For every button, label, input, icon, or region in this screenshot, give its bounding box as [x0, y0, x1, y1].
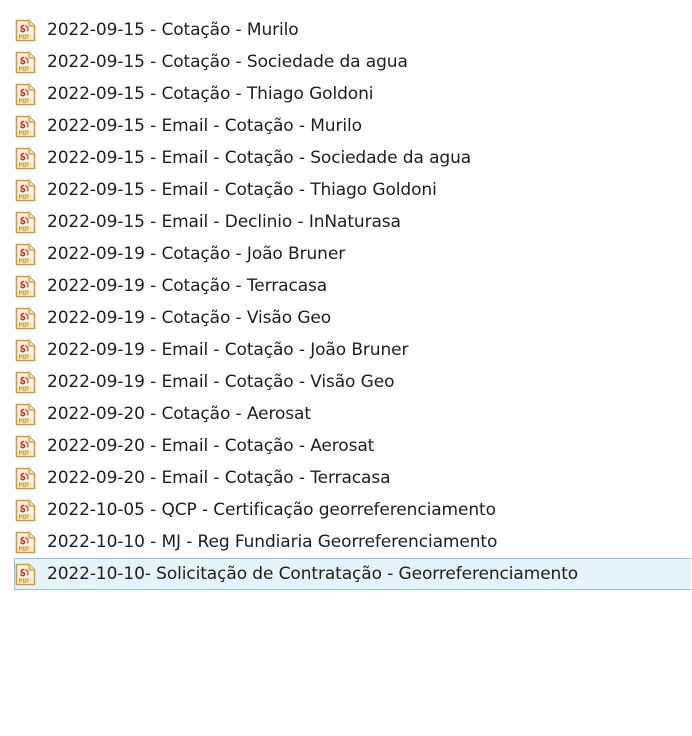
file-list-item[interactable]: 2022-09-15 - Cotação - Thiago Goldoni [15, 78, 692, 110]
pdf-file-icon [15, 275, 36, 298]
pdf-file-icon [15, 371, 36, 394]
pdf-file-icon [15, 19, 36, 42]
file-list-item[interactable]: 2022-09-15 - Email - Cotação - Murilo [15, 110, 692, 142]
file-list-item[interactable]: 2022-09-19 - Cotação - Terracasa [15, 270, 692, 302]
file-list-item[interactable]: 2022-09-19 - Cotação - João Bruner [15, 238, 692, 270]
pdf-file-icon [15, 563, 36, 586]
file-list-item[interactable]: 2022-09-19 - Email - Cotação - João Brun… [15, 334, 692, 366]
file-list-item[interactable]: 2022-10-10- Solicitação de Contratação -… [14, 558, 691, 590]
pdf-file-icon [15, 467, 36, 490]
file-name-label: 2022-09-15 - Email - Cotação - Murilo [47, 116, 362, 136]
file-list-item[interactable]: 2022-09-15 - Email - Cotação - Thiago Go… [15, 174, 692, 206]
pdf-file-icon [15, 243, 36, 266]
pdf-file-icon [15, 339, 36, 362]
file-list-item[interactable]: 2022-10-05 - QCP - Certificação georrefe… [15, 494, 692, 526]
pdf-file-icon [15, 435, 36, 458]
pdf-file-icon [15, 115, 36, 138]
file-name-label: 2022-09-15 - Email - Declinio - InNatura… [47, 212, 401, 232]
file-name-label: 2022-09-15 - Cotação - Murilo [47, 20, 299, 40]
file-name-label: 2022-09-19 - Cotação - Visão Geo [47, 308, 332, 328]
pdf-file-icon [15, 307, 36, 330]
file-list-item[interactable]: 2022-09-19 - Email - Cotação - Visão Geo [15, 366, 692, 398]
pdf-file-icon [15, 179, 36, 202]
file-name-label: 2022-10-10 - MJ - Reg Fundiaria Georrefe… [47, 532, 498, 552]
pdf-file-icon [15, 531, 36, 554]
file-list: 2022-09-15 - Cotação - Murilo 2022-09-15 … [0, 0, 692, 736]
file-name-label: 2022-09-15 - Email - Cotação - Sociedade… [47, 148, 472, 168]
pdf-file-icon [15, 403, 36, 426]
file-list-item[interactable]: 2022-09-15 - Cotação - Sociedade da agua [15, 46, 692, 78]
file-name-label: 2022-09-15 - Cotação - Thiago Goldoni [47, 84, 374, 104]
file-name-label: 2022-09-19 - Email - Cotação - Visão Geo [47, 372, 395, 392]
pdf-file-icon [15, 51, 36, 74]
file-name-label: 2022-09-15 - Cotação - Sociedade da agua [47, 52, 408, 72]
pdf-file-icon [15, 211, 36, 234]
file-name-label: 2022-10-10- Solicitação de Contratação -… [47, 564, 579, 584]
file-name-label: 2022-09-20 - Email - Cotação - Aerosat [47, 436, 375, 456]
file-name-label: 2022-09-19 - Cotação - Terracasa [47, 276, 328, 296]
file-name-label: 2022-09-20 - Cotação - Aerosat [47, 404, 311, 424]
file-list-item[interactable]: 2022-09-15 - Email - Declinio - InNatura… [15, 206, 692, 238]
file-list-item[interactable]: 2022-10-10 - MJ - Reg Fundiaria Georrefe… [15, 526, 692, 558]
file-list-item[interactable]: 2022-09-20 - Email - Cotação - Terracasa [15, 462, 692, 494]
file-list-item[interactable]: 2022-09-20 - Cotação - Aerosat [15, 398, 692, 430]
file-list-item[interactable]: 2022-09-20 - Email - Cotação - Aerosat [15, 430, 692, 462]
pdf-file-icon [15, 83, 36, 106]
pdf-file-icon [15, 147, 36, 170]
file-list-item[interactable]: 2022-09-15 - Cotação - Murilo [15, 14, 692, 46]
file-name-label: 2022-09-19 - Cotação - João Bruner [47, 244, 346, 264]
file-name-label: 2022-10-05 - QCP - Certificação georrefe… [47, 500, 496, 520]
file-list-item[interactable]: 2022-09-15 - Email - Cotação - Sociedade… [15, 142, 692, 174]
file-name-label: 2022-09-20 - Email - Cotação - Terracasa [47, 468, 391, 488]
file-list-item[interactable]: 2022-09-19 - Cotação - Visão Geo [15, 302, 692, 334]
file-name-label: 2022-09-19 - Email - Cotação - João Brun… [47, 340, 409, 360]
file-name-label: 2022-09-15 - Email - Cotação - Thiago Go… [47, 180, 437, 200]
pdf-file-icon [15, 499, 36, 522]
